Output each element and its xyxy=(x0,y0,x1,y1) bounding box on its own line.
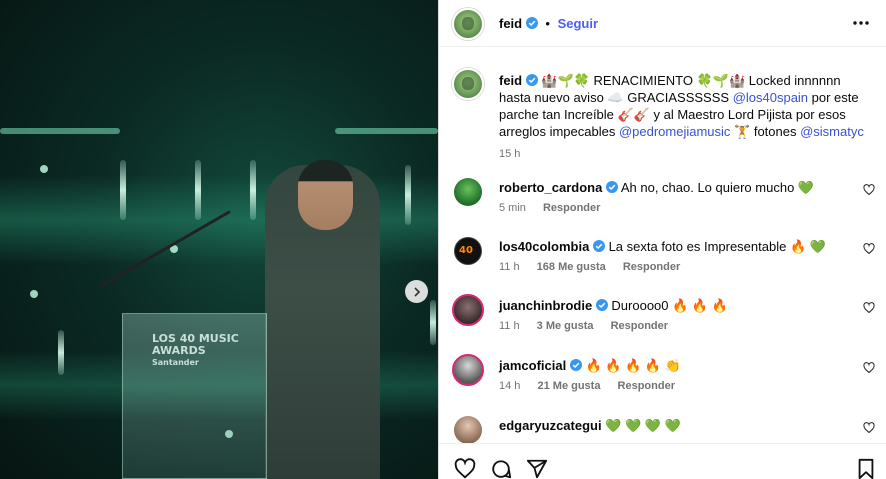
comment-body: roberto_cardona Ah no, chao. Lo quiero m… xyxy=(499,180,839,196)
comment-body: jamcoficial 🔥 🔥 🔥 🔥 👏 xyxy=(499,358,839,374)
stage-light xyxy=(195,160,201,220)
post-photo[interactable]: LOS 40 MUSIC AWARDS Santander xyxy=(0,0,438,479)
comment-username[interactable]: edgaryuzcategui xyxy=(499,418,602,433)
stage-light xyxy=(0,128,120,134)
likes-count[interactable]: 21 Me gusta xyxy=(537,380,600,392)
author-line: feid • Seguir xyxy=(499,16,598,31)
heart-icon[interactable] xyxy=(863,422,875,434)
comment-username[interactable]: jamcoficial xyxy=(499,358,566,373)
caption-time[interactable]: 15 h xyxy=(499,148,520,160)
comment-item: roberto_cardona Ah no, chao. Lo quiero m… xyxy=(439,176,886,232)
mention-link[interactable]: @sismatyc xyxy=(800,124,864,139)
comment-username[interactable]: roberto_cardona xyxy=(499,180,602,195)
caption-username[interactable]: feid xyxy=(499,73,522,88)
follow-button[interactable]: Seguir xyxy=(558,16,598,31)
comment-meta: 11 h 3 Me gusta Responder xyxy=(499,320,682,332)
caption-avatar[interactable] xyxy=(452,68,484,100)
comment-icon[interactable] xyxy=(490,458,512,479)
verified-badge-icon xyxy=(525,17,538,29)
logo-line: Santander xyxy=(152,358,199,367)
stage-light xyxy=(120,160,126,220)
mention-link[interactable]: @pedromejiamusic xyxy=(619,124,730,139)
stage-light xyxy=(405,165,411,225)
likes-count[interactable]: 3 Me gusta xyxy=(537,320,594,332)
separator-dot: • xyxy=(545,16,550,31)
comments-section: feid 🏰🌱🍀 RENACIMIENTO 🍀🌱🏰 Locked innnnnn… xyxy=(439,48,886,443)
verified-badge-icon xyxy=(525,74,538,86)
stage-light xyxy=(40,165,48,173)
comment-body: los40colombia La sexta foto es Impresent… xyxy=(499,239,839,255)
more-options-icon[interactable] xyxy=(851,14,871,32)
comment-time[interactable]: 11 h xyxy=(499,261,520,273)
comment-item: edgaryuzcategui 💚 💚 💚 💚 xyxy=(439,414,886,443)
comment-avatar[interactable] xyxy=(454,178,482,206)
stage-light xyxy=(58,330,64,375)
like-icon[interactable] xyxy=(454,458,476,479)
heart-icon[interactable] xyxy=(863,302,875,314)
caption-meta: 15 h xyxy=(499,146,869,163)
comment-text: La sexta foto es Impresentable 🔥 💚 xyxy=(608,239,826,254)
reply-button[interactable]: Responder xyxy=(618,380,675,392)
stage-light xyxy=(30,290,38,298)
post-actions-bar xyxy=(439,443,886,479)
verified-badge-icon xyxy=(592,240,605,252)
comment-meta: 11 h 168 Me gusta Responder xyxy=(499,261,694,273)
comment-username[interactable]: los40colombia xyxy=(499,239,589,254)
comment-avatar[interactable] xyxy=(452,354,484,386)
comment-avatar[interactable] xyxy=(452,294,484,326)
next-photo-button[interactable] xyxy=(405,280,428,303)
verified-badge-icon xyxy=(595,299,608,311)
heart-icon[interactable] xyxy=(863,362,875,374)
reply-button[interactable]: Responder xyxy=(611,320,668,332)
comment-username[interactable]: juanchinbrodie xyxy=(499,298,592,313)
awards-logo: LOS 40 MUSIC AWARDS Santander xyxy=(152,333,242,373)
save-bookmark-icon[interactable] xyxy=(855,458,877,479)
likes-count[interactable]: 168 Me gusta xyxy=(537,261,606,273)
comment-avatar[interactable]: 40 xyxy=(454,237,482,265)
mention-link[interactable]: @los40spain xyxy=(733,90,808,105)
author-username[interactable]: feid xyxy=(499,16,522,31)
comment-meta: 5 min Responder xyxy=(499,202,614,214)
comment-meta: 14 h 21 Me gusta Responder xyxy=(499,380,689,392)
post-caption: feid 🏰🌱🍀 RENACIMIENTO 🍀🌱🏰 Locked innnnnn… xyxy=(499,72,869,163)
stage-light xyxy=(430,300,436,345)
comment-text: 💚 💚 💚 💚 xyxy=(605,418,681,433)
stage-light xyxy=(250,160,256,220)
heart-icon[interactable] xyxy=(863,243,875,255)
comment-text: Duroooo0 🔥 🔥 🔥 xyxy=(611,298,728,313)
comment-item: juanchinbrodie Duroooo0 🔥 🔥 🔥 11 h 3 Me … xyxy=(439,294,886,350)
caption-text: 🏋️ fotones xyxy=(730,124,801,139)
comment-time[interactable]: 14 h xyxy=(499,380,520,392)
stage-light xyxy=(335,128,438,134)
comment-item: jamcoficial 🔥 🔥 🔥 🔥 👏 14 h 21 Me gusta R… xyxy=(439,354,886,410)
reply-button[interactable]: Responder xyxy=(543,202,600,214)
comment-time[interactable]: 11 h xyxy=(499,320,520,332)
comment-body: juanchinbrodie Duroooo0 🔥 🔥 🔥 xyxy=(499,298,839,314)
chevron-right-icon xyxy=(413,286,420,297)
los40-logo-icon: 40 xyxy=(459,245,473,256)
post-detail-panel: feid • Seguir feid 🏰🌱🍀 RENACIMIENTO 🍀🌱🏰 … xyxy=(438,0,886,479)
verified-badge-icon xyxy=(605,181,618,193)
logo-line: AWARDS xyxy=(152,344,206,357)
reply-button[interactable]: Responder xyxy=(623,261,680,273)
comment-text: 🔥 🔥 🔥 🔥 👏 xyxy=(585,358,681,373)
comment-body: edgaryuzcategui 💚 💚 💚 💚 xyxy=(499,418,839,434)
share-icon[interactable] xyxy=(526,458,548,479)
comment-text: Ah no, chao. Lo quiero mucho 💚 xyxy=(620,180,815,195)
comment-time[interactable]: 5 min xyxy=(499,202,526,214)
author-avatar[interactable] xyxy=(452,8,484,40)
post-header: feid • Seguir xyxy=(439,0,886,47)
verified-badge-icon xyxy=(569,359,582,371)
performer-head xyxy=(298,160,353,230)
comment-item: 40 los40colombia La sexta foto es Impres… xyxy=(439,235,886,291)
heart-icon[interactable] xyxy=(863,184,875,196)
comment-avatar[interactable] xyxy=(454,416,482,443)
